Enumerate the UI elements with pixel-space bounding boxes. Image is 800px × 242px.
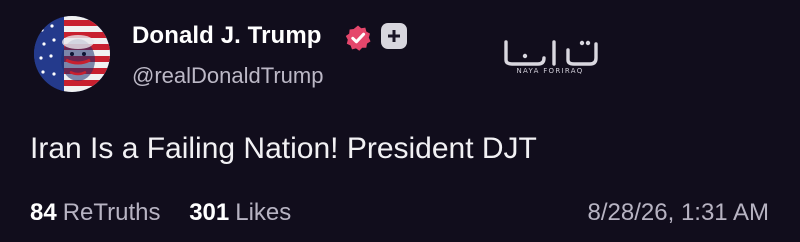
author-display-name[interactable]: Donald J. Trump — [132, 22, 322, 50]
likes-count: 301 — [189, 199, 230, 226]
watermark-subtext: NAYA FORIRAQ — [516, 67, 584, 75]
author-avatar[interactable] — [34, 16, 110, 92]
avatar-image — [34, 16, 110, 92]
retruths-label: ReTruths — [62, 199, 161, 226]
verified-badge-icon — [344, 24, 372, 52]
retruths-stat[interactable]: 84 ReTruths — [30, 199, 161, 227]
watermark-logo: NAYA FORIRAQ — [498, 34, 602, 82]
follow-plus-button[interactable] — [381, 23, 407, 49]
likes-label: Likes — [235, 199, 292, 226]
post-body-text: Iran Is a Failing Nation! President DJT — [30, 132, 537, 165]
post-stats: 84 ReTruths 301 Likes — [30, 199, 291, 227]
post-card: Donald J. Trump @realDonaldTrump NAYA FO… — [0, 0, 800, 242]
post-timestamp[interactable]: 8/28/26, 1:31 AM — [588, 199, 769, 227]
likes-stat[interactable]: 301 Likes — [189, 199, 291, 227]
retruths-count: 84 — [30, 199, 57, 226]
author-handle[interactable]: @realDonaldTrump — [132, 63, 323, 89]
watermark-glyph — [504, 40, 598, 66]
